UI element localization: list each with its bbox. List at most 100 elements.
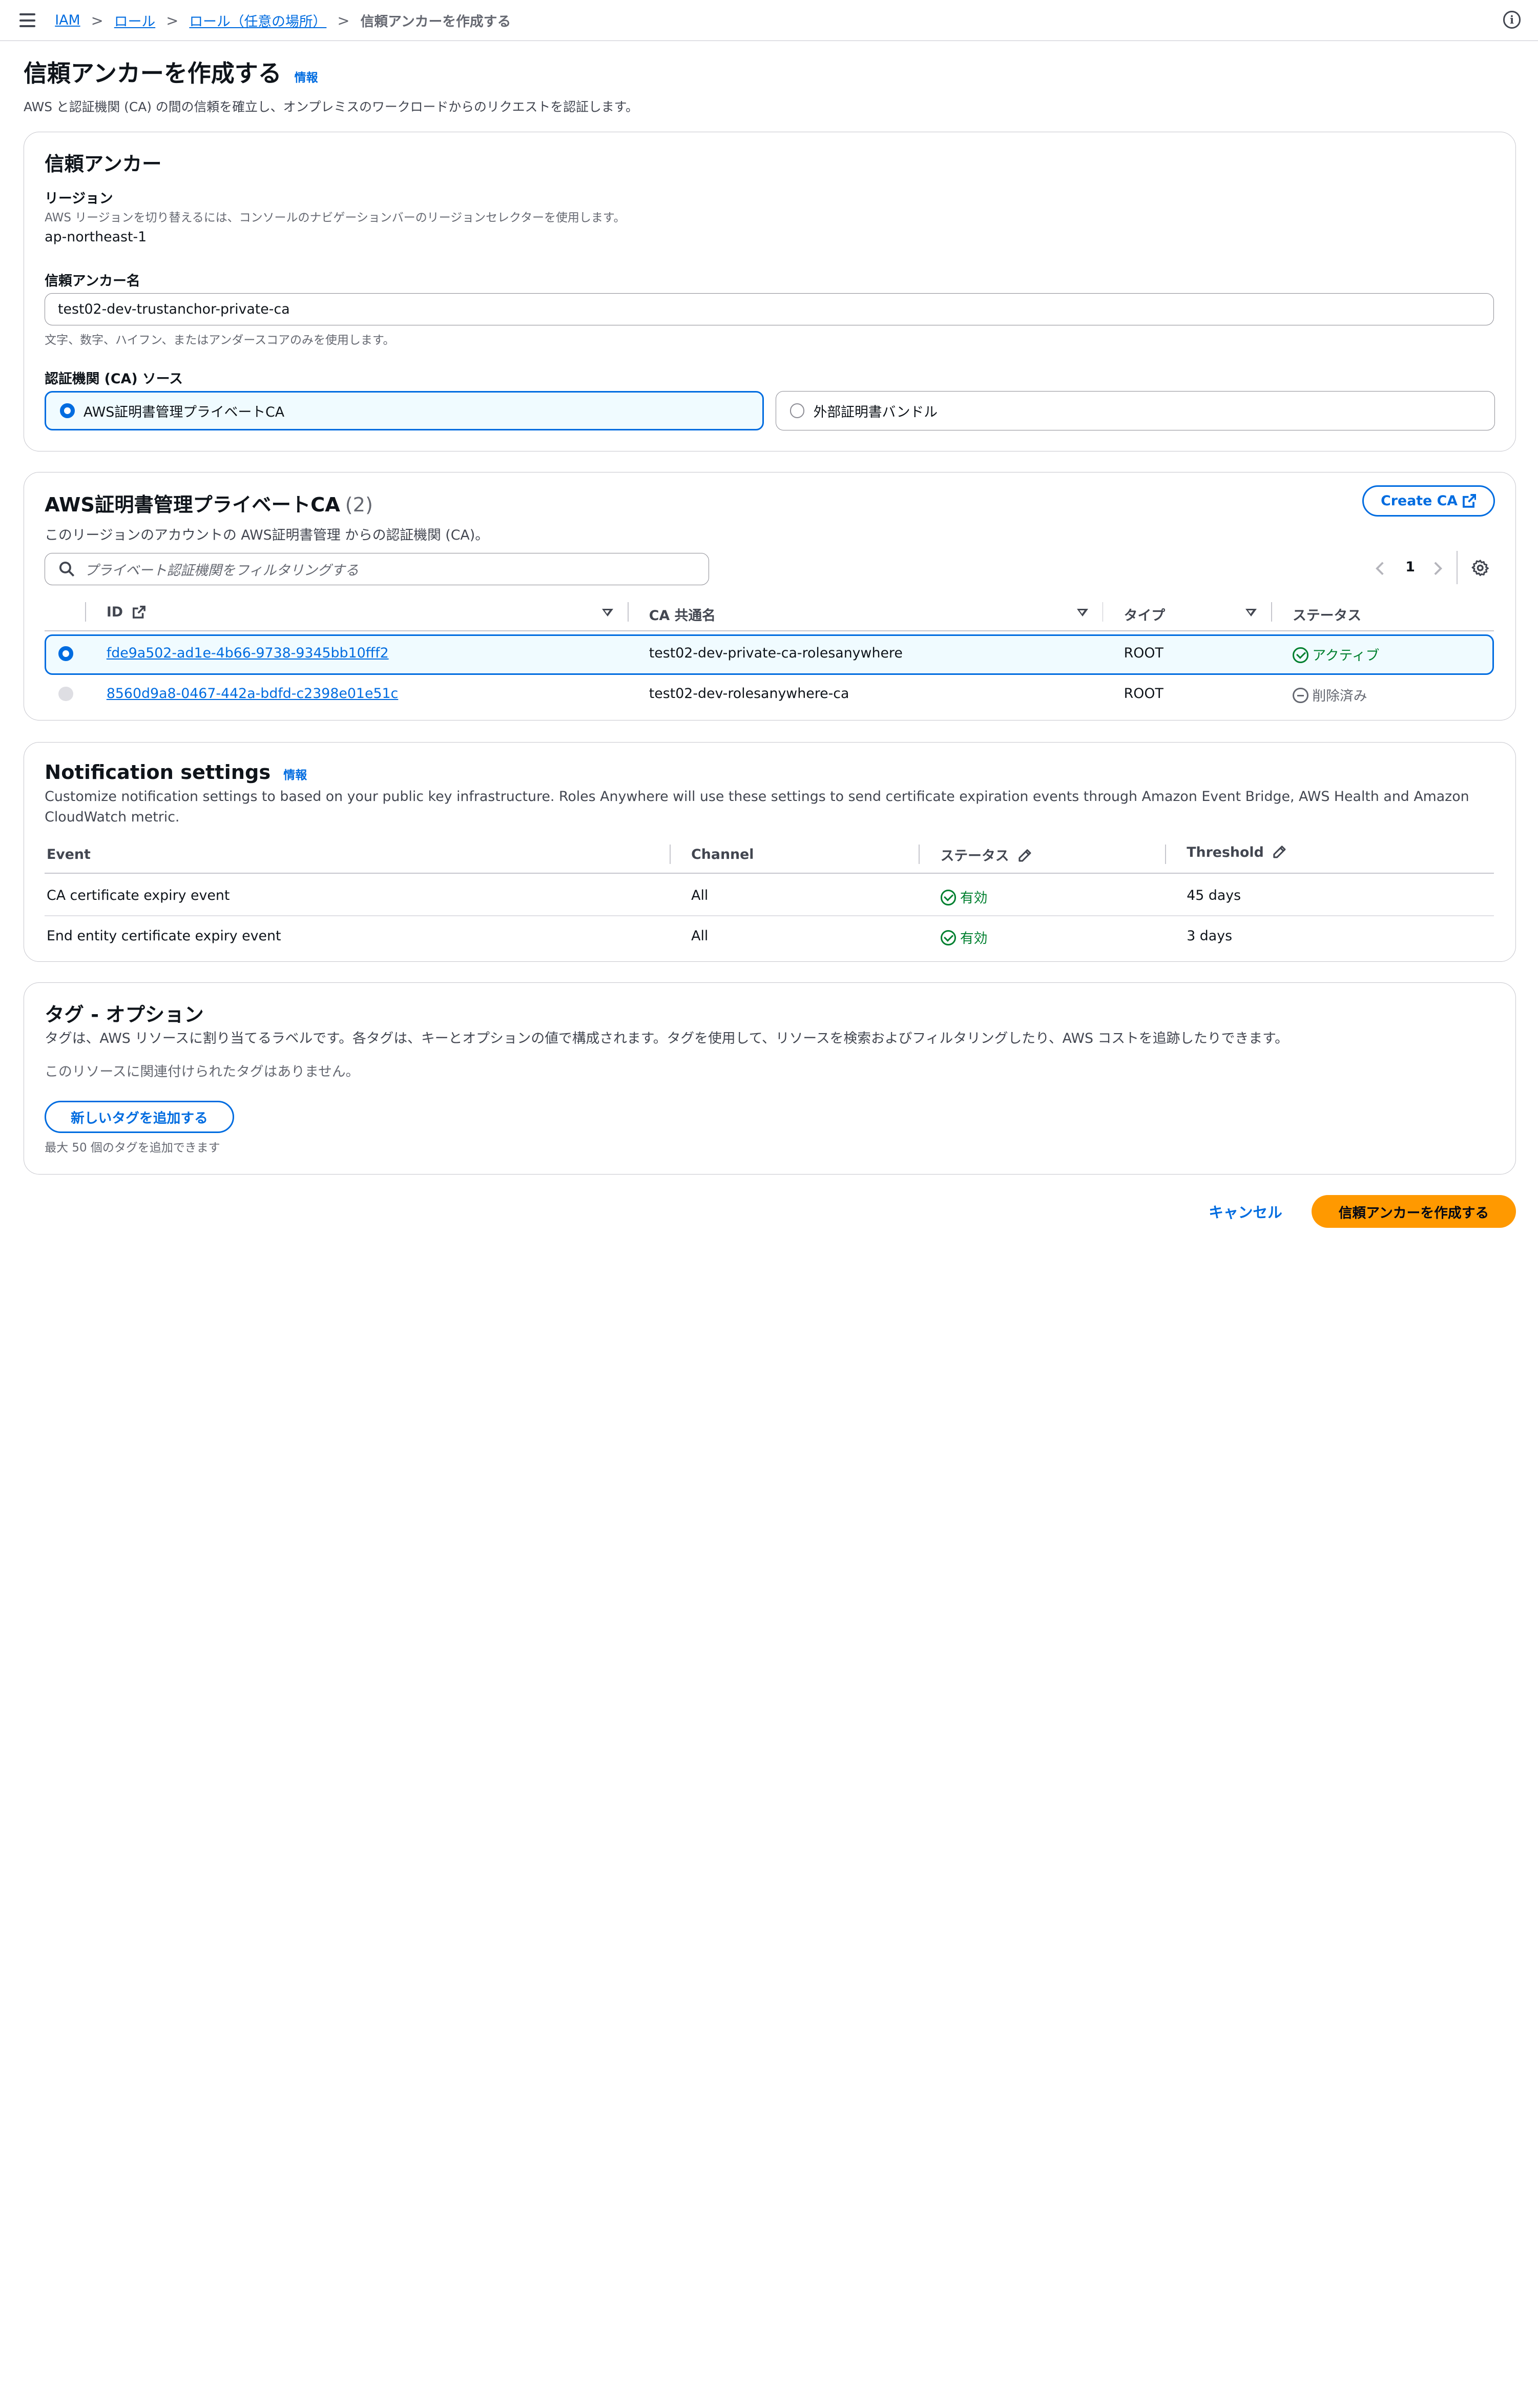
tags-title: タグ - オプション: [45, 1003, 204, 1027]
breadcrumb-roles-anywhere[interactable]: ロール（任意の場所）: [189, 10, 326, 30]
sort-triangle-icon[interactable]: [601, 609, 613, 616]
column-separator: [1102, 602, 1104, 622]
ca-source-option-label: 外部証明書バンドル: [813, 404, 938, 420]
settings-gear-icon[interactable]: [1471, 559, 1489, 577]
private-ca-table-card: AWS証明書管理プライベートCA (2) このリージョンのアカウントの AWS証…: [23, 472, 1516, 721]
sort-triangle-icon[interactable]: [1076, 609, 1088, 616]
event-status: 有効: [940, 927, 988, 947]
breadcrumb-current: 信頼アンカーを作成する: [360, 14, 511, 30]
page-header: 信頼アンカーを作成する 情報 AWS と認証機関 (CA) の間の信頼を確立し、…: [24, 55, 638, 115]
add-tag-button[interactable]: 新しいタグを追加する: [45, 1100, 234, 1133]
chevron-right-icon: >: [166, 11, 179, 29]
status-success-icon: [940, 930, 957, 946]
external-link-icon: [132, 605, 146, 619]
column-separator: [627, 602, 629, 622]
ca-source-option-external-bundle[interactable]: 外部証明書バンドル: [775, 391, 1495, 430]
info-panel-icon[interactable]: i: [1503, 11, 1521, 29]
hamburger-menu-icon[interactable]: [19, 13, 35, 28]
notification-title: Notification settings: [45, 761, 271, 785]
private-ca-title: AWS証明書管理プライベートCA: [45, 493, 340, 517]
region-value: ap-northeast-1: [45, 229, 147, 245]
ca-id-link[interactable]: fde9a502-ad1e-4b66-9738-9345bb10fff2: [107, 645, 389, 661]
tags-description: タグは、AWS リソースに割り当てるラベルです。各タグは、キーとオプションの値で…: [45, 1031, 1288, 1047]
ca-type: ROOT: [1124, 645, 1163, 662]
create-trust-anchor-button[interactable]: 信頼アンカーを作成する: [1312, 1195, 1516, 1228]
ca-status: 削除済み: [1293, 685, 1367, 705]
event-name: CA certificate expiry event: [46, 888, 230, 904]
ca-status-label: アクティブ: [1312, 648, 1380, 664]
notification-description: Customize notification settings to based…: [45, 788, 1469, 826]
radio-selected[interactable]: [59, 403, 75, 418]
trust-anchor-name-input[interactable]: test02-dev-trustanchor-private-ca: [45, 293, 1494, 325]
ca-status: アクティブ: [1293, 644, 1379, 664]
ca-source-option-label: AWS証明書管理プライベートCA: [83, 404, 285, 420]
create-ca-button[interactable]: Create CA: [1362, 485, 1495, 517]
event-name: End entity certificate expiry event: [46, 928, 281, 944]
column-separator: [85, 602, 86, 622]
event-status-label: 有効: [960, 930, 988, 946]
pagination-divider: [1456, 551, 1458, 585]
column-header-status-label: ステータス: [940, 848, 1009, 864]
private-ca-header: AWS証明書管理プライベートCA (2): [45, 489, 373, 518]
column-header-threshold-label: Threshold: [1187, 844, 1264, 860]
event-threshold: 3 days: [1187, 928, 1233, 944]
event-status-label: 有効: [960, 890, 988, 907]
row-select-radio-disabled: [58, 686, 73, 702]
region-label: リージョン: [45, 190, 113, 207]
ca-filter-placeholder: プライベート認証機関をフィルタリングする: [84, 563, 359, 579]
notification-settings-card: Notification settings 情報 Customize notif…: [23, 742, 1516, 962]
ca-id-link[interactable]: 8560d9a8-0467-442a-bdfd-c2398e01e51c: [107, 686, 398, 702]
trust-anchor-heading: 信頼アンカー: [45, 153, 162, 176]
sort-triangle-icon[interactable]: [1245, 609, 1257, 616]
status-success-icon: [1293, 647, 1308, 663]
column-header-status: ステータス: [941, 845, 1032, 865]
pagination-current-page[interactable]: 1: [1405, 559, 1415, 575]
column-header-id[interactable]: ID: [107, 604, 146, 620]
top-navigation-bar: IAM > ロール > ロール（任意の場所） > 信頼アンカーを作成する i: [0, 0, 1538, 42]
column-header-status: ステータス: [1293, 607, 1362, 624]
event-channel: All: [691, 888, 709, 904]
column-header-event: Event: [46, 846, 91, 862]
breadcrumb-iam[interactable]: IAM: [55, 12, 80, 28]
notification-info-link[interactable]: 情報: [283, 769, 307, 782]
cancel-button[interactable]: キャンセル: [1209, 1201, 1282, 1222]
page-info-link[interactable]: 情報: [295, 71, 318, 85]
ca-type: ROOT: [1124, 685, 1163, 702]
status-success-icon: [940, 890, 957, 905]
tags-limit-hint: 最大 50 個のタグを追加できます: [45, 1141, 220, 1155]
status-deleted-icon: [1293, 687, 1308, 704]
column-separator: [919, 844, 920, 865]
chevron-right-icon: >: [91, 11, 103, 29]
column-header-channel: Channel: [691, 846, 754, 862]
ca-source-label: 認証機関 (CA) ソース: [45, 371, 183, 387]
edit-pencil-icon[interactable]: [1273, 845, 1286, 859]
trust-anchor-name-hint: 文字、数字、ハイフン、またはアンダースコアのみを使用します。: [45, 334, 395, 347]
page-title: 信頼アンカーを作成する: [23, 59, 282, 88]
event-status: 有効: [940, 887, 988, 907]
column-header-ca-name[interactable]: CA 共通名: [649, 604, 716, 624]
column-header-id-label: ID: [106, 604, 123, 620]
chevron-right-icon: >: [337, 11, 350, 29]
column-separator: [670, 844, 671, 865]
event-threshold: 45 days: [1187, 888, 1241, 904]
create-ca-label: Create CA: [1381, 493, 1458, 509]
edit-pencil-icon[interactable]: [1018, 849, 1032, 862]
private-ca-count: (2): [345, 493, 373, 517]
column-header-type[interactable]: タイプ: [1124, 604, 1165, 624]
ca-common-name: test02-dev-rolesanywhere-ca: [649, 685, 849, 702]
row-select-radio[interactable]: [58, 646, 73, 661]
column-separator: [1165, 844, 1166, 865]
ca-filter-input[interactable]: プライベート認証機関をフィルタリングする: [45, 553, 709, 586]
page-description: AWS と認証機関 (CA) の間の信頼を確立し、オンプレミスのワークロードから…: [23, 99, 638, 114]
breadcrumb-roles[interactable]: ロール: [114, 10, 155, 30]
column-header-threshold: Threshold: [1187, 845, 1286, 860]
ca-source-option-acm-pca[interactable]: AWS証明書管理プライベートCA: [45, 391, 764, 430]
radio-unselected[interactable]: [789, 403, 805, 418]
external-link-icon: [1462, 494, 1477, 508]
pagination-prev-icon[interactable]: [1375, 561, 1385, 577]
private-ca-description: このリージョンのアカウントの AWS証明書管理 からの認証機関 (CA)。: [45, 527, 489, 543]
ca-common-name: test02-dev-private-ca-rolesanywhere: [649, 645, 903, 662]
tags-empty-message: このリソースに関連付けられたタグはありません。: [45, 1064, 360, 1080]
row-divider: [45, 915, 1494, 916]
pagination-next-icon[interactable]: [1433, 561, 1443, 577]
